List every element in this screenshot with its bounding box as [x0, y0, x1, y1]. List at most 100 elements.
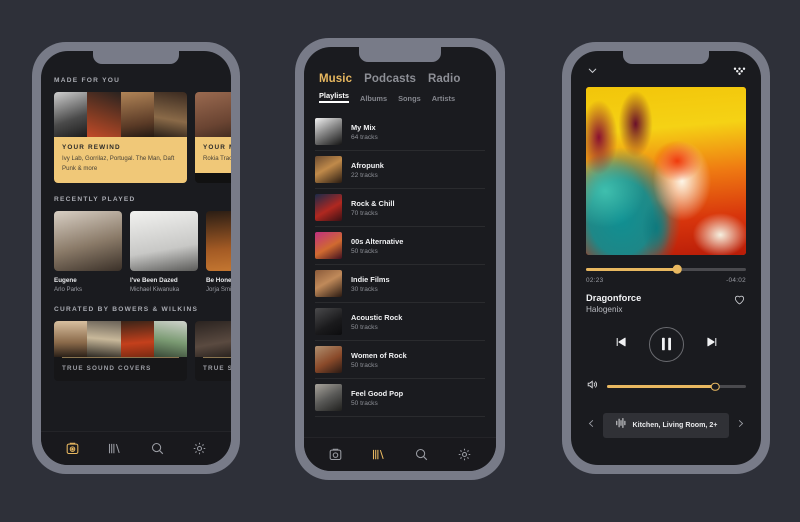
primary-segment-control: Music Podcasts Radio — [304, 73, 496, 85]
playlist-track-count: 70 tracks — [351, 209, 378, 217]
playlist-artwork — [315, 308, 342, 335]
progress-track[interactable] — [586, 265, 746, 274]
curated-card[interactable]: True Sound Covers — [54, 321, 187, 382]
playlist-name: Feel Good Pop — [351, 388, 404, 398]
tab-home[interactable] — [328, 447, 343, 462]
track-artist: Halogenix — [586, 304, 623, 314]
volume-knob[interactable] — [711, 382, 720, 391]
phone-mockup-player: 02:23 -04:02 Dragonforce Halogenix Kitch… — [562, 42, 770, 474]
tab-settings[interactable] — [457, 447, 472, 462]
secondary-segment-control: Playlists Albums Songs Artists — [304, 85, 496, 103]
playlist-artwork — [315, 156, 342, 183]
list-item[interactable]: My Mix 64 tracks — [315, 113, 485, 151]
bottom-tab-bar — [304, 437, 496, 471]
device-label: Kitchen, Living Room, 2+ — [632, 421, 718, 430]
segment-podcasts[interactable]: Podcasts — [364, 73, 416, 85]
tab-search[interactable] — [150, 441, 165, 456]
subsegment-songs[interactable]: Songs — [398, 94, 421, 103]
curated-carousel[interactable]: True Sound Covers True Soun — [54, 321, 231, 382]
tab-settings[interactable] — [192, 441, 207, 456]
tab-home[interactable] — [65, 441, 80, 456]
playlist-name: My Mix — [351, 122, 376, 132]
track-artist: Arlo Parks — [54, 286, 83, 294]
mockup-stage: Made For You Your Rewind Ivy Lab, Gorril… — [0, 0, 800, 522]
album-artwork — [54, 211, 122, 272]
player-screen: 02:23 -04:02 Dragonforce Halogenix Kitch… — [571, 51, 761, 465]
volume-control[interactable] — [586, 378, 746, 396]
list-item[interactable]: Afropunk 22 tracks — [315, 151, 485, 189]
card-subtitle: Rokia Traoré, Susheela Ram — [203, 155, 231, 162]
made-for-you-card[interactable]: Your Rewind Ivy Lab, Gorrilaz, Portugal.… — [54, 92, 187, 184]
playlist-artwork — [315, 384, 342, 411]
playlist-name: Rock & Chill — [351, 198, 395, 208]
recently-played-item[interactable]: I've Been Dazed Michael Kiwanuka — [130, 211, 198, 293]
tab-library[interactable] — [371, 447, 386, 462]
recently-played-item[interactable]: Be Hones Jorja Smit — [206, 211, 231, 293]
playlist-artwork — [315, 346, 342, 373]
card-subtitle: Ivy Lab, Gorrilaz, Portugal. The Man, Da… — [62, 155, 175, 173]
card-artwork-collage — [195, 321, 231, 358]
bottom-tab-bar — [41, 431, 231, 465]
heart-icon[interactable] — [733, 293, 746, 311]
playlist-track-count: 50 tracks — [351, 323, 378, 331]
remaining-time: -04:02 — [726, 276, 746, 284]
next-track-icon[interactable] — [705, 335, 719, 354]
playlist-name: 00s Alternative — [351, 236, 404, 246]
chevron-left-icon[interactable] — [586, 416, 597, 434]
chevron-right-icon[interactable] — [735, 416, 746, 434]
card-meta: Your Rewind Ivy Lab, Gorrilaz, Portugal.… — [54, 137, 187, 184]
list-item[interactable]: Women of Rock 50 tracks — [315, 341, 485, 379]
playback-progress[interactable]: 02:23 -04:02 — [586, 265, 746, 284]
list-item[interactable]: Acoustic Rock 50 tracks — [315, 303, 485, 341]
volume-fill — [607, 385, 716, 388]
speaker-icon — [586, 378, 599, 396]
progress-fill — [586, 268, 678, 271]
tab-search[interactable] — [414, 447, 429, 462]
recently-played-carousel[interactable]: Eugene Arlo Parks I've Been Dazed Michae… — [54, 211, 231, 293]
playlist-track-count: 22 tracks — [351, 171, 378, 179]
previous-track-icon[interactable] — [614, 335, 628, 354]
device-selector: Kitchen, Living Room, 2+ — [586, 412, 746, 438]
tidal-logo-icon — [733, 64, 746, 82]
made-for-you-carousel[interactable]: Your Rewind Ivy Lab, Gorrilaz, Portugal.… — [54, 92, 231, 184]
playlist-track-count: 30 tracks — [351, 285, 378, 293]
subsegment-albums[interactable]: Albums — [360, 94, 387, 103]
home-content: Made For You Your Rewind Ivy Lab, Gorril… — [41, 51, 231, 431]
playlist-name: Indie Films — [351, 274, 390, 284]
tab-library[interactable] — [107, 441, 122, 456]
card-artwork-collage — [54, 321, 187, 358]
chevron-down-icon[interactable] — [586, 64, 599, 82]
track-title: I've Been Dazed — [130, 277, 178, 285]
album-artwork — [206, 211, 231, 272]
playlist-name: Afropunk — [351, 160, 384, 170]
album-artwork — [130, 211, 198, 272]
section-title-recently-played: Recently Played — [54, 196, 136, 204]
curated-card[interactable]: True Soun — [195, 321, 231, 382]
segment-music[interactable]: Music — [319, 73, 352, 85]
made-for-you-card[interactable]: Your Mix Rokia Traoré, Susheela Ram — [195, 92, 231, 184]
list-item[interactable]: 00s Alternative 50 tracks — [315, 227, 485, 265]
library-screen: Music Podcasts Radio Playlists Albums So… — [304, 47, 496, 471]
elapsed-time: 02:23 — [586, 276, 604, 284]
progress-knob[interactable] — [672, 265, 682, 274]
subsegment-artists[interactable]: Artists — [432, 94, 455, 103]
list-item[interactable]: Rock & Chill 70 tracks — [315, 189, 485, 227]
subsegment-playlists[interactable]: Playlists — [319, 91, 349, 103]
recently-played-item[interactable]: Eugene Arlo Parks — [54, 211, 122, 293]
transport-controls — [586, 326, 746, 362]
phone-mockup-home: Made For You Your Rewind Ivy Lab, Gorril… — [32, 42, 240, 474]
volume-track[interactable] — [607, 382, 746, 391]
playlist-track-count: 64 tracks — [351, 133, 378, 141]
playlist-track-count: 50 tracks — [351, 247, 378, 255]
playlist-name: Acoustic Rock — [351, 312, 403, 322]
card-title: True Soun — [203, 365, 231, 373]
player-content: 02:23 -04:02 Dragonforce Halogenix Kitch… — [571, 51, 761, 465]
segment-radio[interactable]: Radio — [428, 73, 460, 85]
playlist-artwork — [315, 118, 342, 145]
pause-button[interactable] — [648, 326, 684, 362]
active-device-pill[interactable]: Kitchen, Living Room, 2+ — [603, 412, 729, 438]
list-item[interactable]: Feel Good Pop 50 tracks — [315, 379, 485, 417]
home-screen: Made For You Your Rewind Ivy Lab, Gorril… — [41, 51, 231, 465]
track-artist: Michael Kiwanuka — [130, 286, 180, 294]
list-item[interactable]: Indie Films 30 tracks — [315, 265, 485, 303]
